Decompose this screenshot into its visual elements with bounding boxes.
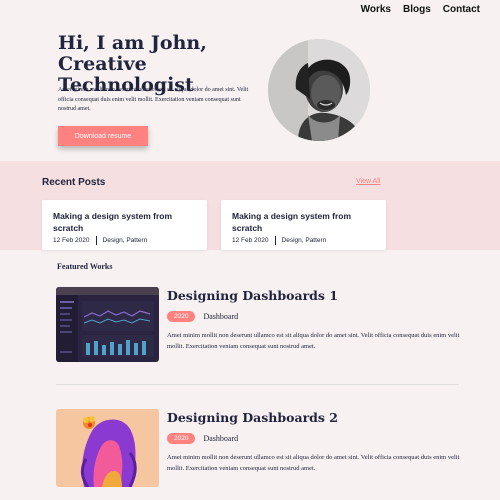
year-badge: 2020 bbox=[167, 433, 196, 444]
portrait-image bbox=[268, 39, 370, 141]
work-meta: 2020 Dashboard bbox=[167, 311, 238, 322]
nav-blogs-link[interactable]: Blogs bbox=[403, 4, 431, 15]
post-tags: Design, Pattern bbox=[102, 237, 148, 244]
nav-works-link[interactable]: Works bbox=[361, 4, 391, 15]
avatar bbox=[268, 39, 370, 141]
work-description: Amet minim mollit non deserunt ullamco e… bbox=[167, 454, 460, 472]
post-date: 12 Feb 2020 bbox=[232, 237, 269, 244]
post-tags: Design, Pattern bbox=[281, 237, 327, 244]
top-nav: Works Blogs Contact bbox=[361, 4, 480, 15]
work-title[interactable]: Designing Dashboards 2 bbox=[167, 410, 338, 425]
post-card[interactable]: Making a design system from scratch 12 F… bbox=[221, 200, 386, 250]
nav-contact-link[interactable]: Contact bbox=[443, 4, 480, 15]
post-card[interactable]: Making a design system from scratch 12 F… bbox=[42, 200, 207, 250]
dashboard-thumbnail[interactable] bbox=[56, 287, 159, 362]
hero-description: Amet minim mollit non deserunt ullamco e… bbox=[58, 87, 249, 113]
post-meta: 12 Feb 2020 Design, Pattern bbox=[232, 236, 375, 245]
post-date: 12 Feb 2020 bbox=[53, 237, 90, 244]
illustration-thumbnail[interactable] bbox=[56, 409, 159, 487]
meta-divider bbox=[274, 236, 276, 245]
recent-posts-heading: Recent Posts bbox=[42, 177, 106, 188]
work-meta: 2020 Dashboard bbox=[167, 433, 238, 444]
work-category: Dashboard bbox=[203, 434, 239, 443]
work-description: Amet minim mollit non deserunt ullamco e… bbox=[167, 332, 460, 350]
post-meta: 12 Feb 2020 Design, Pattern bbox=[53, 236, 196, 245]
post-title: Making a design system from scratch bbox=[53, 211, 173, 233]
download-resume-button[interactable]: Download resume bbox=[58, 126, 148, 146]
year-badge: 2020 bbox=[167, 311, 196, 322]
illustration-preview-image bbox=[56, 409, 159, 487]
meta-divider bbox=[95, 236, 97, 245]
featured-works-heading: Featured Works bbox=[57, 262, 113, 271]
post-title: Making a design system from scratch bbox=[232, 211, 352, 233]
work-category: Dashboard bbox=[203, 312, 239, 321]
divider bbox=[56, 384, 459, 385]
hero-title-line-1: Hi, I am John, bbox=[58, 32, 207, 54]
work-title[interactable]: Designing Dashboards 1 bbox=[167, 288, 338, 303]
dashboard-preview-image bbox=[56, 287, 159, 362]
view-all-link[interactable]: View All bbox=[356, 178, 380, 185]
